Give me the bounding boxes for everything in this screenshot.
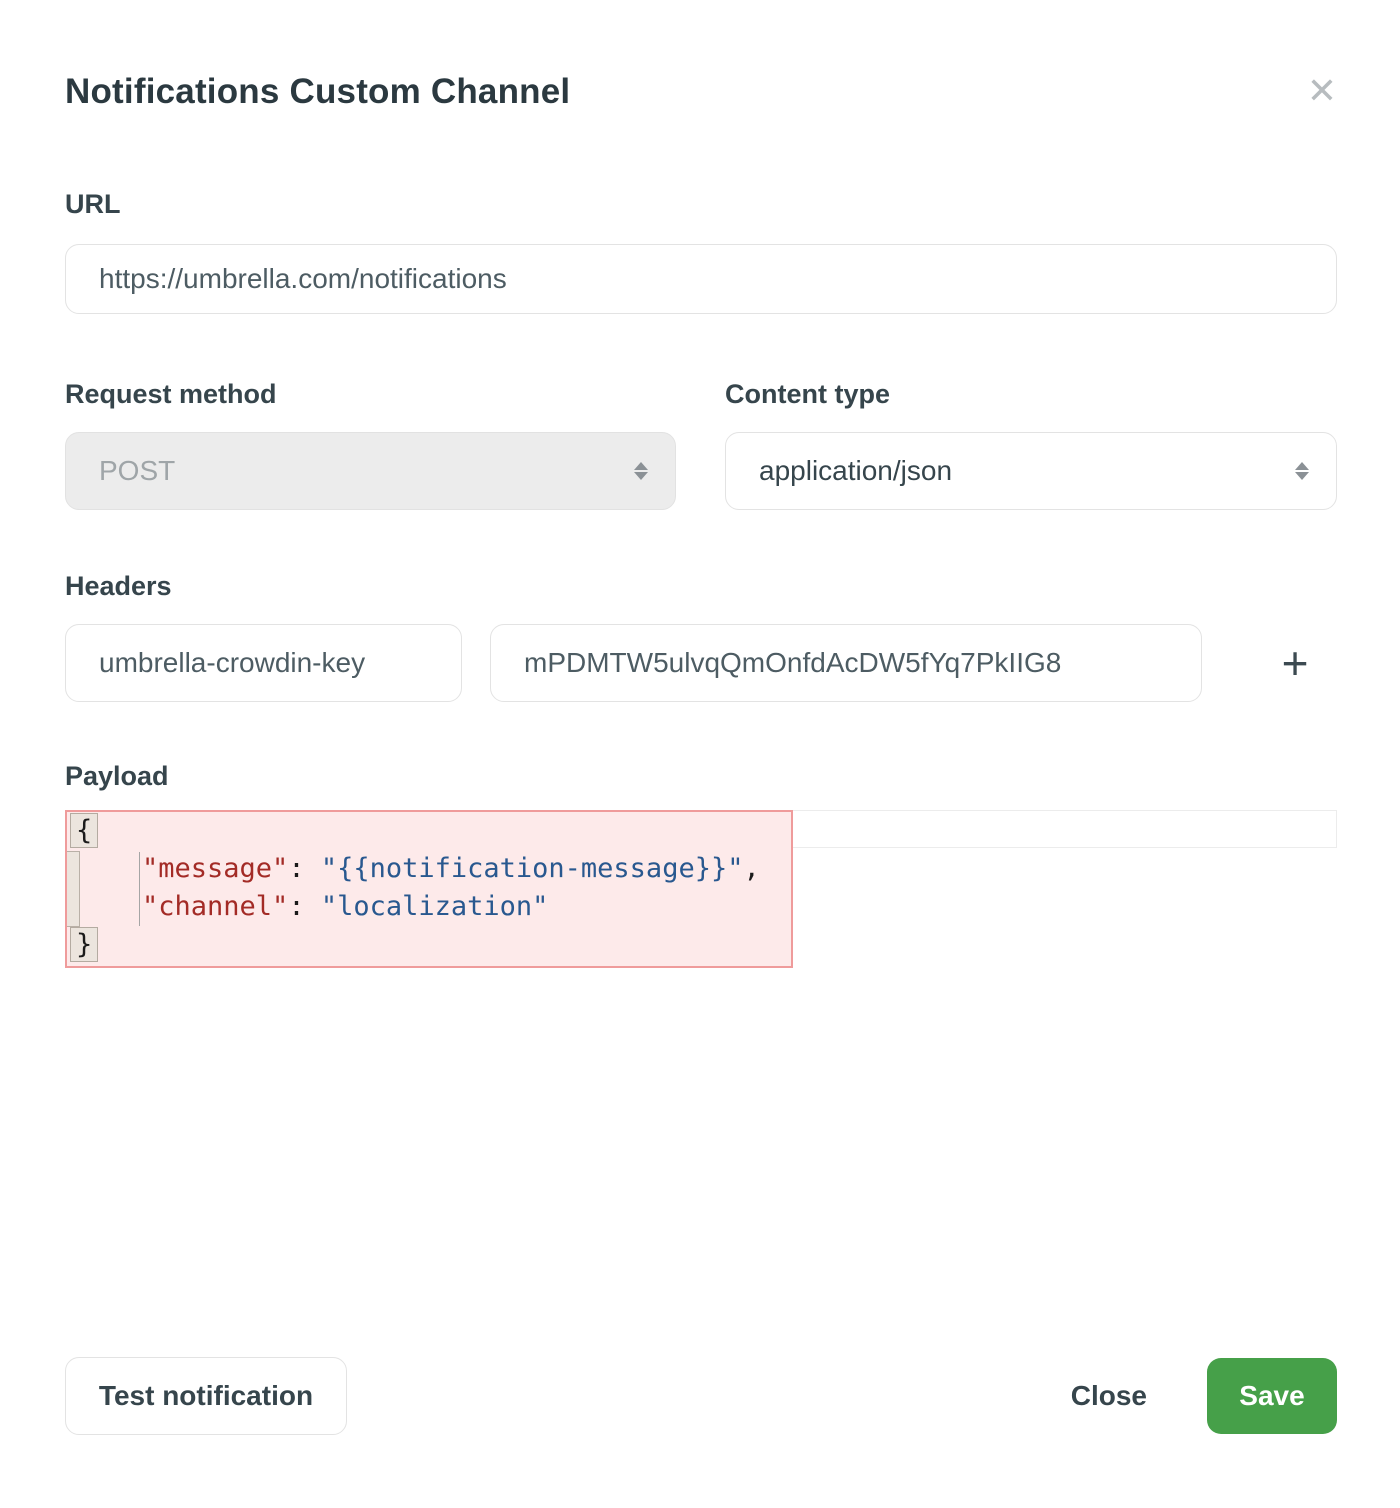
- close-icon[interactable]: ✕: [1307, 74, 1337, 110]
- json-key-channel: "channel": [142, 891, 288, 922]
- content-type-select[interactable]: application/json: [725, 432, 1337, 510]
- json-value-message: "{{notification-message}}": [321, 853, 744, 884]
- modal-header: Notifications Custom Channel ✕: [65, 72, 1337, 112]
- plus-icon: +: [1282, 637, 1309, 689]
- payload-editor[interactable]: { "message": "{{notification-message}}",…: [65, 810, 1337, 968]
- url-field-group: URL: [65, 188, 1337, 314]
- json-value-channel: "localization": [321, 891, 549, 922]
- test-notification-button[interactable]: Test notification: [65, 1357, 347, 1435]
- header-key-input[interactable]: [65, 624, 462, 702]
- headers-label: Headers: [65, 570, 1337, 602]
- content-type-group: Content type application/json: [725, 378, 1337, 510]
- notifications-custom-channel-modal: Notifications Custom Channel ✕ URL Reque…: [65, 0, 1337, 1500]
- json-separator: :: [288, 853, 321, 884]
- open-brace-token: {: [70, 813, 98, 848]
- close-brace-token: }: [70, 927, 98, 962]
- modal-footer: Test notification Close Save: [65, 1357, 1337, 1500]
- code-line-open: {: [67, 812, 791, 850]
- page-title: Notifications Custom Channel: [65, 72, 570, 112]
- save-button[interactable]: Save: [1207, 1358, 1337, 1434]
- json-comma: ,: [743, 853, 759, 884]
- method-contenttype-row: Request method POST Content type applica…: [65, 378, 1337, 510]
- json-key-message: "message": [142, 853, 288, 884]
- select-arrows-icon: [1295, 461, 1309, 481]
- request-method-select: POST: [65, 432, 676, 510]
- code-line-close: }: [67, 926, 791, 964]
- select-arrows-icon: [634, 461, 648, 481]
- add-header-button[interactable]: +: [1267, 635, 1323, 691]
- indent-guide-line: [139, 852, 140, 926]
- close-button[interactable]: Close: [1067, 1357, 1151, 1435]
- bracket-match-gutter: [67, 851, 80, 927]
- payload-code-block[interactable]: { "message": "{{notification-message}}",…: [65, 810, 793, 968]
- request-method-value: POST: [99, 455, 175, 487]
- payload-group: Payload { "message": "{{notification-mes…: [65, 760, 1337, 968]
- url-input[interactable]: [65, 244, 1337, 314]
- request-method-label: Request method: [65, 378, 676, 410]
- payload-label: Payload: [65, 760, 1337, 792]
- request-method-group: Request method POST: [65, 378, 676, 510]
- url-label: URL: [65, 188, 1337, 220]
- code-line-message: "message": "{{notification-message}}",: [67, 850, 791, 888]
- content-type-label: Content type: [725, 378, 1337, 410]
- header-row: +: [65, 624, 1337, 702]
- header-value-input[interactable]: [490, 624, 1202, 702]
- headers-group: Headers +: [65, 570, 1337, 702]
- code-line-channel: "channel": "localization": [67, 888, 791, 926]
- content-type-value: application/json: [759, 455, 952, 487]
- json-separator: :: [288, 891, 321, 922]
